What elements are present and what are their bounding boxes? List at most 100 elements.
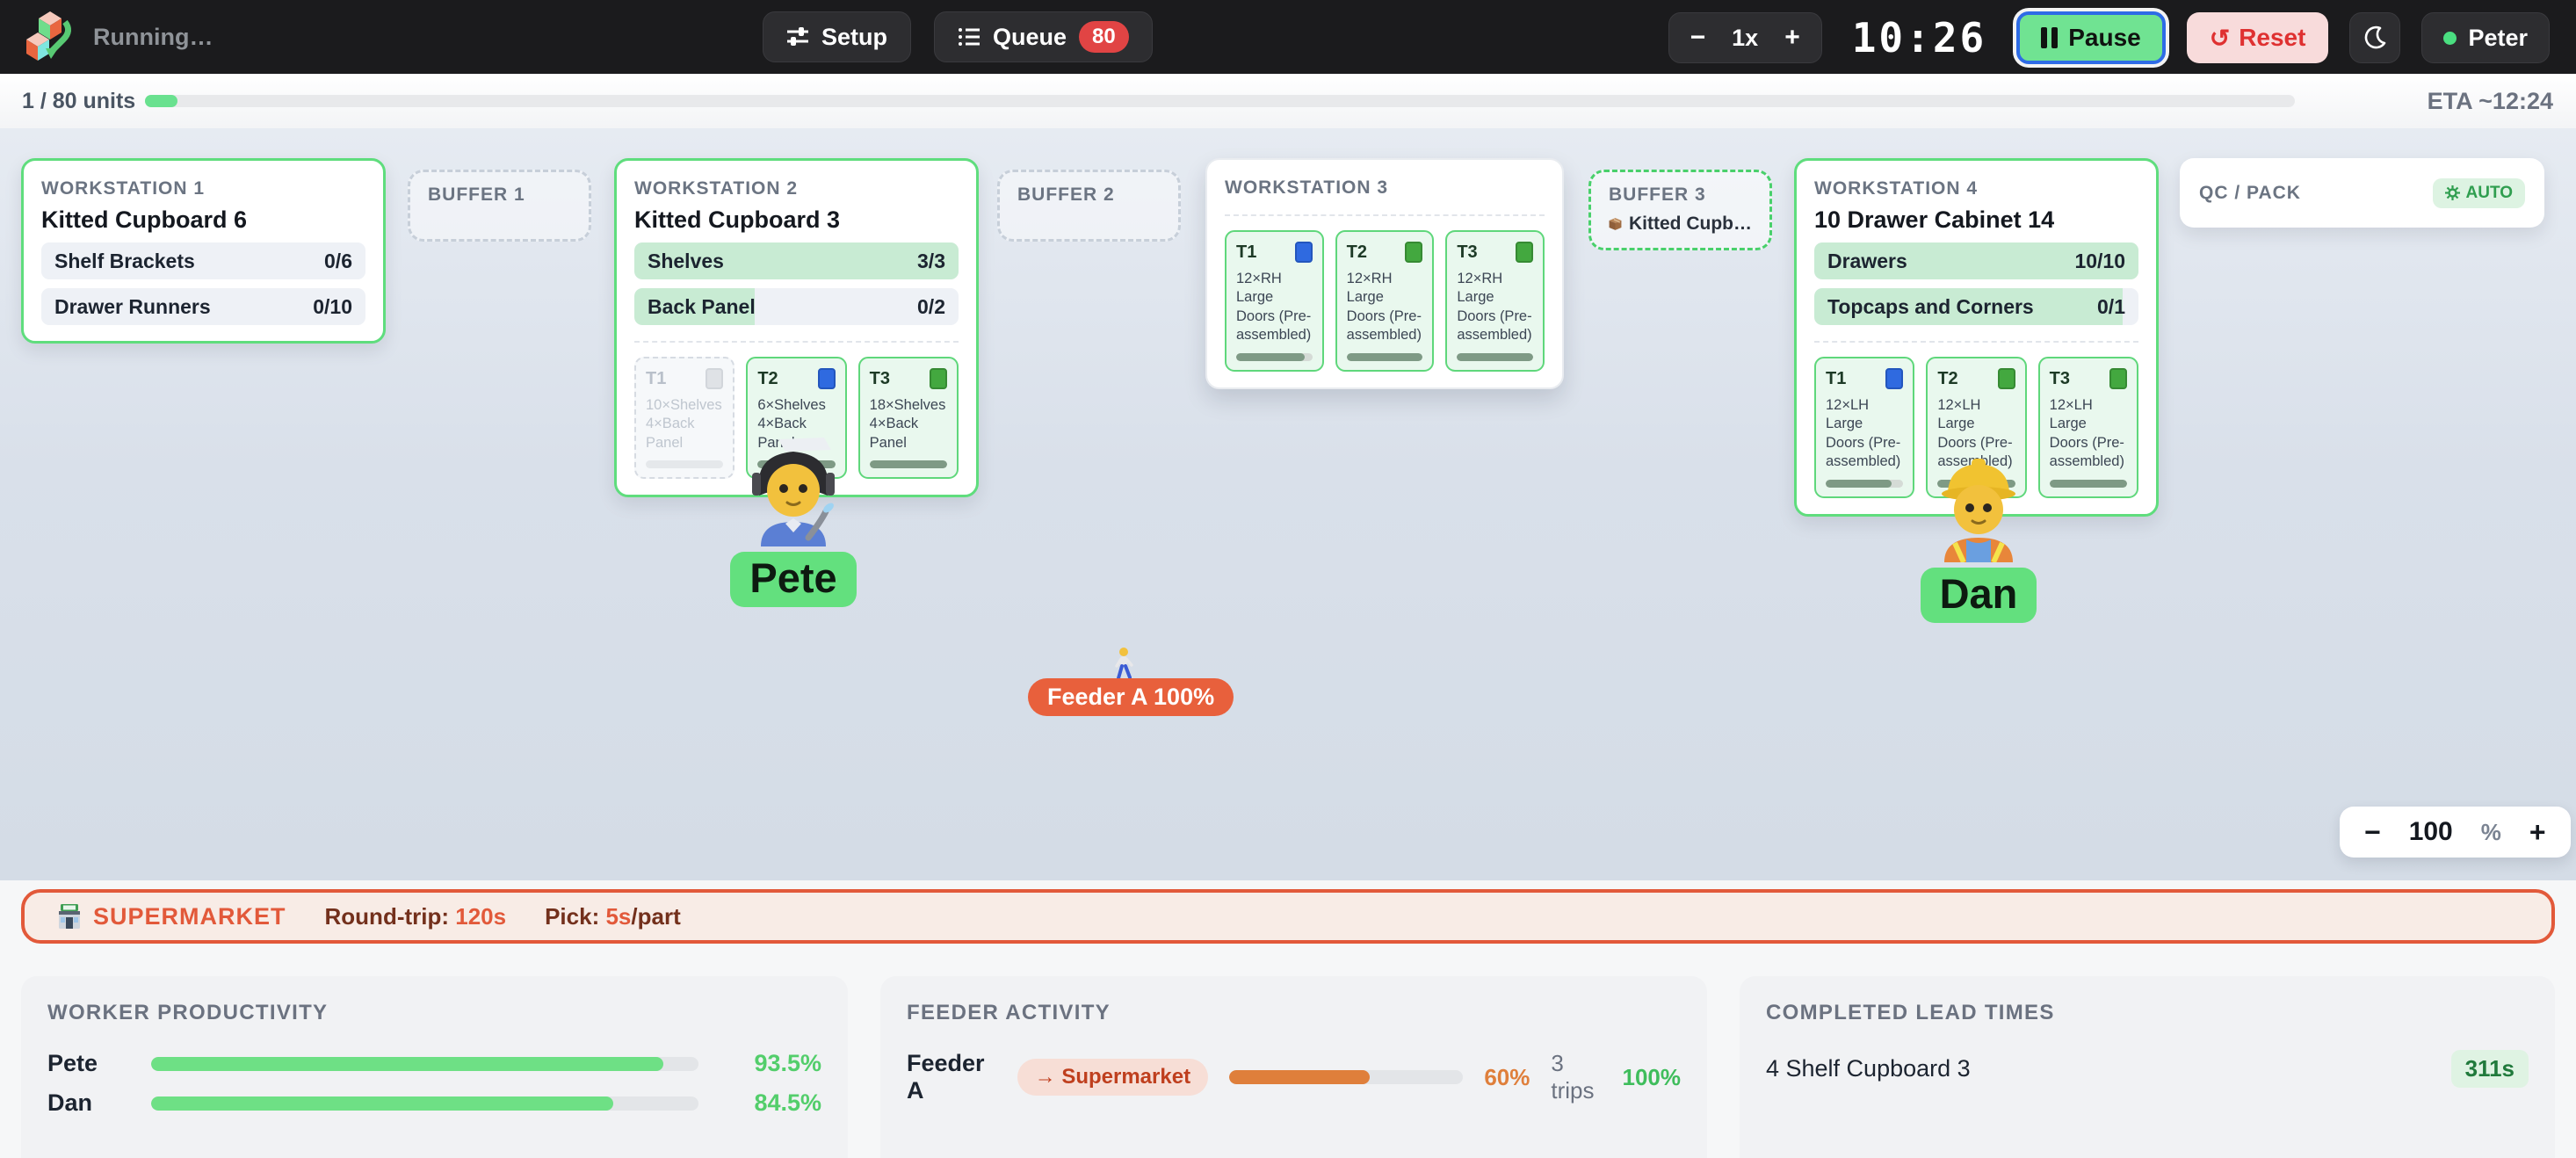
workstation-product: 10 Drawer Cabinet 14 <box>1814 206 2138 234</box>
theme-toggle-button[interactable] <box>2349 12 2400 63</box>
bin-icon <box>706 368 723 389</box>
qc-pack-title: QC / PACK <box>2199 183 2301 204</box>
trolley-t2[interactable]: T2 12×RH Large Doors (Pre-assembled) <box>1335 230 1435 372</box>
queue-list-icon <box>958 25 980 48</box>
roundtrip-label: Round-trip: <box>325 903 456 930</box>
gear-icon <box>2445 185 2460 200</box>
feeder-progress-bar <box>1229 1070 1463 1084</box>
trolley-t1[interactable]: T1 12×RH Large Doors (Pre-assembled) <box>1225 230 1324 372</box>
setup-button-label: Setup <box>821 24 887 51</box>
feeder-uptime: 100% <box>1623 1064 1682 1091</box>
worker-productivity-panel: WORKER PRODUCTIVITY Pete 93.5% Dan 84.5% <box>21 976 848 1158</box>
trolley-item: 18×Shelves <box>870 396 947 415</box>
package-icon <box>1609 213 1622 235</box>
task-name: Shelf Brackets <box>54 250 195 273</box>
task-count: 10/10 <box>2074 250 2125 273</box>
trolley-item: 4×Back Panel <box>870 415 947 452</box>
buffer-2[interactable]: BUFFER 2 <box>997 170 1181 242</box>
worker-dan[interactable]: Dan <box>1908 453 2049 623</box>
sim-clock: 10:26 <box>1852 14 1986 62</box>
qc-auto-badge: AUTO <box>2433 178 2525 208</box>
feeder-status-chip[interactable]: Feeder A 100% <box>1028 678 1234 716</box>
worker-name: Pete <box>47 1050 151 1077</box>
speed-decrease-button[interactable]: − <box>1690 25 1706 51</box>
bin-icon <box>1998 368 2015 389</box>
task-name: Drawer Runners <box>54 295 211 319</box>
buffer-item-label: Kitted Cupb… <box>1629 214 1752 235</box>
workstation-product: Kitted Cupboard 6 <box>41 206 365 234</box>
reset-button[interactable]: ↺ Reset <box>2187 12 2329 63</box>
lead-time-badge: 311s <box>2451 1050 2529 1088</box>
units-progress-fill <box>145 95 177 107</box>
trolley-t3[interactable]: T3 12×LH Large Doors (Pre-assembled) <box>2038 357 2138 498</box>
user-menu-button[interactable]: Peter <box>2421 12 2550 63</box>
feeder-trips: 3 trips <box>1551 1050 1601 1104</box>
overall-progress-strip: 1 / 80 units ETA ~12:24 <box>0 74 2576 128</box>
queue-button[interactable]: Queue 80 <box>934 11 1153 62</box>
trolley-t1[interactable]: T1 12×LH Large Doors (Pre-assembled) <box>1814 357 1914 498</box>
speed-increase-button[interactable]: + <box>1784 25 1800 51</box>
trolley-progress <box>870 460 947 468</box>
productivity-row-pete: Pete 93.5% <box>47 1050 821 1077</box>
sliders-icon <box>786 25 809 48</box>
zoom-out-button[interactable]: − <box>2364 818 2381 846</box>
zoom-value: 100 <box>2409 817 2453 847</box>
trolley-progress <box>1347 353 1423 361</box>
productivity-value: 84.5% <box>723 1089 821 1117</box>
top-bar: Running… Setup Queue 80 <box>0 0 2576 74</box>
task-row: Drawers10/10 <box>1814 242 2138 279</box>
reset-button-label: Reset <box>2239 24 2305 52</box>
trolley-t1[interactable]: T1 10×Shelves4×Back Panel <box>634 357 734 479</box>
buffer-1[interactable]: BUFFER 1 <box>408 170 591 242</box>
trolley-t3[interactable]: T3 18×Shelves4×Back Panel <box>858 357 959 479</box>
buffer-title: BUFFER 1 <box>428 185 571 206</box>
trolley-item: 4×Back Panel <box>646 415 723 452</box>
user-status-dot <box>2443 32 2457 45</box>
setup-button[interactable]: Setup <box>763 11 911 62</box>
pause-icon <box>2041 27 2058 48</box>
trolley-divider <box>1225 214 1545 216</box>
queue-count-badge: 80 <box>1079 21 1129 53</box>
completed-lead-times-panel: COMPLETED LEAD TIMES 4 Shelf Cupboard 3 … <box>1740 976 2555 1158</box>
zoom-in-button[interactable]: + <box>2529 818 2546 846</box>
trolley-label: T2 <box>1347 242 1367 263</box>
bin-icon <box>930 368 947 389</box>
pick-suffix: /part <box>631 903 680 930</box>
trolley-label: T1 <box>1826 369 1846 389</box>
pause-button[interactable]: Pause <box>2016 11 2166 64</box>
trolley-item: 10×Shelves <box>646 396 723 415</box>
workstation-3-card[interactable]: WORKSTATION 3 T1 12×RH Large Doors (Pre-… <box>1205 158 1564 389</box>
pause-button-label: Pause <box>2068 24 2141 52</box>
trolley-label: T3 <box>870 369 890 389</box>
buffer-3[interactable]: BUFFER 3 Kitted Cupb… <box>1588 170 1772 250</box>
trolley-t3[interactable]: T3 12×RH Large Doors (Pre-assembled) <box>1445 230 1545 372</box>
bin-icon <box>1405 242 1422 263</box>
header-right-controls: − 1x + 10:26 Pause ↺ Reset Peter <box>1668 11 2550 64</box>
factory-worker-avatar-icon <box>740 438 847 546</box>
feeder-destination-pill: → Supermarket <box>1017 1059 1208 1096</box>
factory-floor-canvas[interactable]: WORKSTATION 1 Kitted Cupboard 6 Shelf Br… <box>0 128 2576 880</box>
construction-worker-avatar-icon <box>1925 453 2032 562</box>
pick-value: 5s <box>605 903 631 930</box>
canvas-zoom-control: − 100 % + <box>2340 807 2571 858</box>
supermarket-bar[interactable]: SUPERMARKET Round-trip: 120s Pick: 5s/pa… <box>21 889 2555 944</box>
workstation-1-card[interactable]: WORKSTATION 1 Kitted Cupboard 6 Shelf Br… <box>21 158 386 344</box>
buffer-item: Kitted Cupb… <box>1609 213 1752 235</box>
task-row: Drawer Runners0/10 <box>41 288 365 325</box>
task-name: Back Panel <box>648 295 756 319</box>
panel-title: WORKER PRODUCTIVITY <box>47 1001 821 1025</box>
task-count: 0/1 <box>2097 295 2125 319</box>
trolley-item: 12×RH Large Doors (Pre-assembled) <box>1236 270 1313 345</box>
trolley-progress <box>1457 353 1533 361</box>
trolley-label: T3 <box>2050 369 2070 389</box>
qc-pack-card[interactable]: QC / PACK AUTO <box>2180 158 2544 228</box>
bin-icon <box>1516 242 1533 263</box>
trolley-divider <box>634 341 959 343</box>
panel-title: FEEDER ACTIVITY <box>907 1001 1681 1025</box>
eta-label: ETA ~12:24 <box>2428 88 2553 115</box>
workstation-title: WORKSTATION 1 <box>41 178 365 199</box>
pick-label: Pick: <box>545 903 605 930</box>
worker-pete[interactable]: Pete <box>723 438 864 607</box>
task-name: Shelves <box>648 250 724 273</box>
trolley-divider <box>1814 341 2138 343</box>
